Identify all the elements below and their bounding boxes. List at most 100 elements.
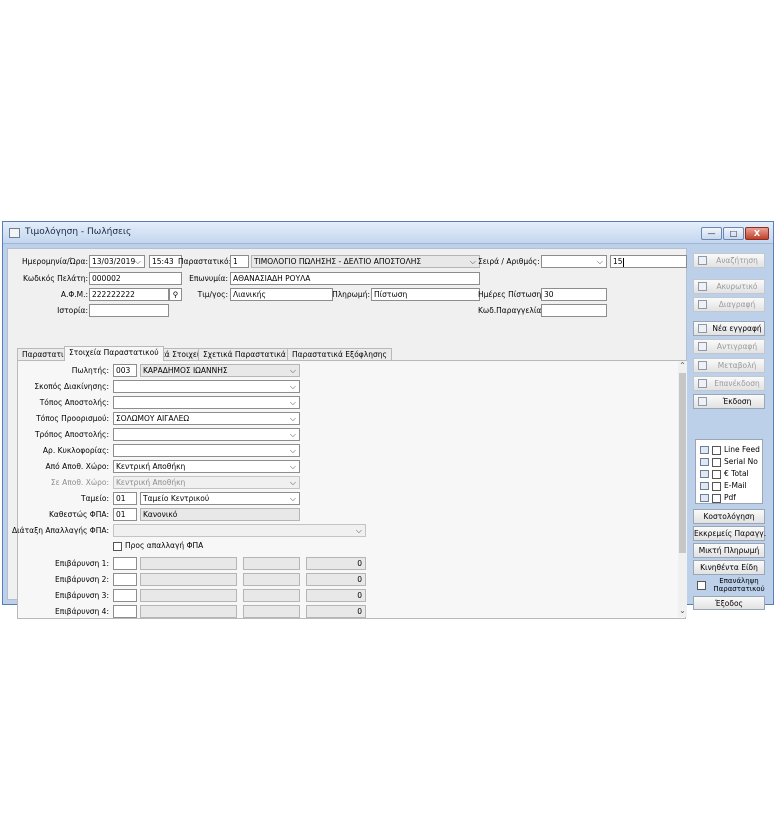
euro-total-option[interactable]: € Total <box>700 469 749 479</box>
charge-2-label: Επιβάρυνση 2: <box>54 575 109 584</box>
search-button[interactable]: Αναζήτηση <box>693 253 765 268</box>
doc-code-field[interactable]: 1 <box>230 255 249 268</box>
chevron-down-icon[interactable]: ⌵ <box>290 445 296 456</box>
series-select[interactable]: ⌵ <box>541 255 607 268</box>
cash-select[interactable]: Ταμείο Κεντρικού ⌵ <box>140 492 300 505</box>
exit-button[interactable]: Έξοδος <box>693 596 765 610</box>
checkbox[interactable] <box>113 541 122 551</box>
costing-button[interactable]: Κοστολόγηση <box>693 509 765 524</box>
chevron-down-icon[interactable]: ⌵ <box>290 365 296 376</box>
cancel-document-button[interactable]: Ακυρωτικό <box>693 279 765 294</box>
charge-2-percent-field <box>243 573 300 586</box>
serial-no-checkbox[interactable] <box>712 457 721 467</box>
invoice-window: Τιμολόγηση - Πωλήσεις — □ X Ημερομηνία/Ώ… <box>2 221 774 619</box>
issue-button[interactable]: Έκδοση <box>693 394 765 409</box>
date-value: 13/03/2019 <box>92 257 136 266</box>
new-document-icon <box>698 324 707 333</box>
tab-document-details[interactable]: Στοιχεία Παραστατικού <box>64 346 164 361</box>
edit-button[interactable]: Μεταβολή <box>693 358 765 373</box>
chevron-down-icon[interactable]: ⌵ <box>290 397 296 408</box>
charge-2-amount-field: 0 <box>306 573 366 586</box>
destination-select[interactable]: ΣΟΛΩΜΟΥ ΑΙΓΑΛΕΩ ⌵ <box>113 412 300 425</box>
order-code-field[interactable] <box>541 304 607 317</box>
reissue-button[interactable]: Επανέκδοση <box>693 376 765 391</box>
payment-field[interactable]: Πίστωση <box>371 288 480 301</box>
line-feed-option[interactable]: Line Feed <box>700 445 760 455</box>
euro-total-label: € Total <box>724 469 749 478</box>
serial-no-option[interactable]: Serial No <box>700 457 758 467</box>
window-title: Τιμολόγηση - Πωλήσεις <box>25 227 132 237</box>
afm-field[interactable]: 222222222 <box>89 288 169 301</box>
chevron-down-icon[interactable]: ⌵ <box>470 256 476 267</box>
from-warehouse-select[interactable]: Κεντρική Αποθήκη ⌵ <box>113 460 300 473</box>
vat-exempt-label: Διάταξη Απαλλαγής ΦΠΑ: <box>12 526 109 535</box>
scroll-down-icon[interactable]: ⌄ <box>678 606 687 615</box>
pdf-checkbox[interactable] <box>712 493 721 503</box>
pricelist-field[interactable]: Λιανικής <box>230 288 333 301</box>
doc-label: Παραστατικό: <box>178 257 232 266</box>
euro-total-checkbox[interactable] <box>712 469 721 479</box>
company-field[interactable]: ΑΘΑΝΑΣΙΑΔΗ ΡΟΥΛΑ <box>230 272 480 285</box>
reissue-button-label: Επανέκδοση <box>714 379 760 388</box>
balance-field[interactable] <box>89 304 169 317</box>
chevron-down-icon: ⌵ <box>289 478 296 487</box>
new-record-button[interactable]: Νέα εγγραφή <box>693 321 765 336</box>
close-button[interactable]: X <box>745 227 769 240</box>
chevron-down-icon[interactable]: ⌵ <box>290 461 296 472</box>
new-record-label: Νέα εγγραφή <box>712 324 762 333</box>
reissue-icon <box>698 379 707 388</box>
company-label: Επωνυμία: <box>189 274 228 283</box>
charge-2-code-field[interactable] <box>113 573 137 586</box>
loading-select[interactable]: ⌵ <box>113 396 300 409</box>
purpose-select[interactable]: ⌵ <box>113 380 300 393</box>
charge-1-code-field[interactable] <box>113 557 137 570</box>
chevron-down-icon[interactable]: ⌵ <box>597 256 603 267</box>
moved-items-button[interactable]: Κινηθέντα Είδη <box>693 560 765 575</box>
chevron-down-icon: ⌵ <box>355 526 362 535</box>
salesman-code-field[interactable]: 003 <box>113 364 137 377</box>
salesman-select[interactable]: ΚΑΡΑΔΗΜΟΣ ΙΩΑΝΝΗΣ ⌵ <box>140 364 300 377</box>
minimize-button[interactable]: — <box>701 227 722 240</box>
mixed-payment-button[interactable]: Μικτή Πληρωμή <box>693 543 765 558</box>
charge-3-code-field[interactable] <box>113 589 137 602</box>
pdf-option[interactable]: Pdf <box>700 493 736 503</box>
chevron-down-icon[interactable]: ⌵ <box>290 493 296 504</box>
maximize-button[interactable]: □ <box>723 227 744 240</box>
line-feed-label: Line Feed <box>724 445 760 454</box>
title-bar: Τιμολόγηση - Πωλήσεις — □ X <box>3 222 773 244</box>
chevron-down-icon[interactable]: ⌵ <box>290 429 296 440</box>
repeat-document-option[interactable]: Επανάληψη Παραστατικού <box>695 577 767 595</box>
pending-orders-button[interactable]: Εκκρεμείς Παραγγ. <box>693 526 766 541</box>
email-checkbox[interactable] <box>712 481 721 491</box>
charge-3-name-field <box>140 589 237 602</box>
shipping-select[interactable]: ⌵ <box>113 428 300 441</box>
vat-exempt-checkbox[interactable]: Προς απαλλαγή ΦΠΑ <box>113 541 203 551</box>
salesman-value: ΚΑΡΑΔΗΜΟΣ ΙΩΑΝΝΗΣ <box>143 366 228 375</box>
number-field[interactable]: 15 <box>610 255 687 268</box>
number-value: 15 <box>613 257 623 266</box>
chevron-down-icon[interactable]: ⌵ <box>135 256 141 267</box>
chevron-down-icon[interactable]: ⌵ <box>290 413 296 424</box>
email-option[interactable]: E-Mail <box>700 481 747 491</box>
scroll-up-icon[interactable]: ⌃ <box>678 361 687 370</box>
doc-type-value: ΤΙΜΟΛΟΓΙΟ ΠΩΛΗΣΗΣ - ΔΕΛΤΙΟ ΑΠΟΣΤΟΛΗΣ <box>254 257 422 266</box>
customer-code-field[interactable]: 000002 <box>89 272 182 285</box>
cash-value: Ταμείο Κεντρικού <box>143 494 210 503</box>
salesman-label: Πωλητής: <box>71 366 109 375</box>
balance-label: Ιστορία: <box>57 306 88 315</box>
line-feed-checkbox[interactable] <box>712 445 721 455</box>
delete-button[interactable]: Διαγραφή <box>693 297 765 312</box>
plate-select[interactable]: ⌵ <box>113 444 300 457</box>
scrollbar-thumb[interactable] <box>679 373 686 553</box>
repeat-document-checkbox[interactable] <box>697 581 706 590</box>
cash-code-field[interactable]: 01 <box>113 492 137 505</box>
charge-4-code-field[interactable] <box>113 605 137 618</box>
text-caret <box>622 257 624 267</box>
credit-days-field[interactable]: 30 <box>541 288 607 301</box>
chevron-down-icon[interactable]: ⌵ <box>290 381 296 392</box>
vat-code-field[interactable]: 01 <box>113 508 137 521</box>
copy-button[interactable]: Αντιγραφή <box>693 339 765 354</box>
date-field[interactable]: 13/03/2019 ⌵ <box>89 255 145 268</box>
action-sidebar: Αναζήτηση Ακυρωτικό Διαγραφή Νέα εγγραφή… <box>691 248 771 610</box>
doc-type-select[interactable]: ΤΙΜΟΛΟΓΙΟ ΠΩΛΗΣΗΣ - ΔΕΛΤΙΟ ΑΠΟΣΤΟΛΗΣ ⌵ <box>251 255 480 268</box>
